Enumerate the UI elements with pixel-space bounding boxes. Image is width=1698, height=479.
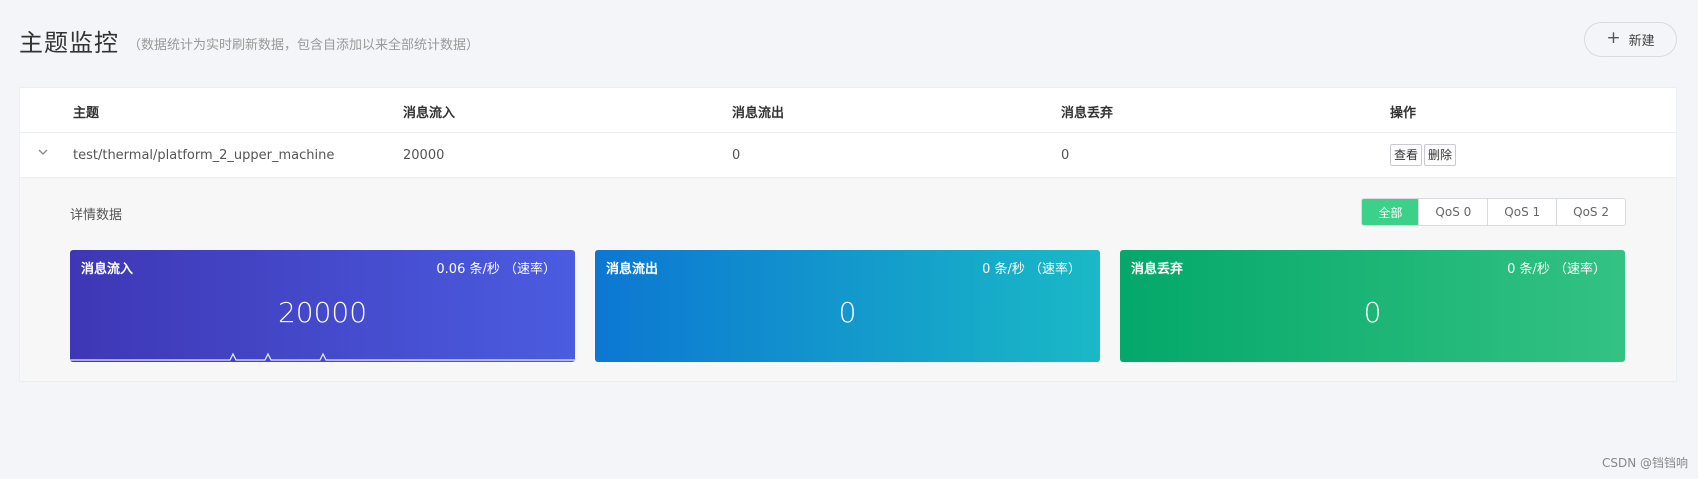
card-label: 消息丢弃 bbox=[1131, 262, 1184, 277]
delete-button[interactable]: 删除 bbox=[1424, 144, 1457, 166]
tab-qos-2[interactable]: QoS 2 bbox=[1556, 199, 1625, 225]
page-subtitle: （数据统计为实时刷新数据，包含自添加以来全部统计数据） bbox=[128, 38, 480, 53]
column-header-msg-out: 消息流出 bbox=[732, 106, 785, 121]
column-header-msg-drop: 消息丢弃 bbox=[1061, 106, 1114, 121]
tab-qos-0[interactable]: QoS 0 bbox=[1418, 199, 1487, 225]
msg-out-value: 0 bbox=[732, 148, 741, 163]
card-rate: 0.06 条/秒 （速率） bbox=[436, 262, 556, 277]
watermark: CSDN @铛铛响 bbox=[1601, 456, 1688, 470]
qos-filter-group: 全部 QoS 0 QoS 1 QoS 2 bbox=[1361, 198, 1626, 226]
view-button[interactable]: 查看 bbox=[1390, 144, 1423, 166]
column-header-actions: 操作 bbox=[1390, 106, 1417, 121]
chevron-down-icon[interactable] bbox=[36, 145, 50, 159]
tab-qos-all[interactable]: 全部 bbox=[1362, 199, 1419, 225]
column-header-msg-in: 消息流入 bbox=[403, 106, 456, 121]
new-topic-button[interactable]: + 新建 bbox=[1584, 22, 1677, 57]
page-title: 主题监控 bbox=[19, 29, 119, 57]
card-rate: 0 条/秒 （速率） bbox=[1507, 262, 1606, 277]
card-label: 消息流出 bbox=[606, 262, 659, 277]
msg-drop-card: 消息丢弃 0 条/秒 （速率） 0 bbox=[1120, 250, 1625, 362]
msg-out-card: 消息流出 0 条/秒 （速率） 0 bbox=[595, 250, 1100, 362]
card-value: 20000 bbox=[277, 296, 368, 329]
table-header: 主题 消息流入 消息流出 消息丢弃 操作 bbox=[20, 88, 1676, 133]
msg-drop-value: 0 bbox=[1061, 148, 1070, 163]
topic-name: test/thermal/platform_2_upper_machine bbox=[73, 148, 335, 163]
tab-qos-1[interactable]: QoS 1 bbox=[1487, 199, 1556, 225]
card-label: 消息流入 bbox=[81, 262, 134, 277]
card-value: 0 bbox=[838, 296, 857, 329]
table-row: test/thermal/platform_2_upper_machine 20… bbox=[20, 133, 1676, 178]
page-header: 主题监控 （数据统计为实时刷新数据，包含自添加以来全部统计数据） + 新建 bbox=[19, 20, 1677, 60]
card-rate: 0 条/秒 （速率） bbox=[982, 262, 1081, 277]
card-value: 0 bbox=[1363, 296, 1382, 329]
new-button-label: 新建 bbox=[1628, 34, 1655, 49]
topic-table: 主题 消息流入 消息流出 消息丢弃 操作 test/thermal/platfo… bbox=[19, 87, 1677, 382]
row-detail-panel: 详情数据 全部 QoS 0 QoS 1 QoS 2 消息流入 0.06 条/秒 … bbox=[20, 178, 1676, 381]
detail-title: 详情数据 bbox=[70, 208, 123, 223]
msg-in-card: 消息流入 0.06 条/秒 （速率） 20000 bbox=[70, 250, 575, 362]
column-header-topic: 主题 bbox=[73, 106, 100, 121]
msg-in-value: 20000 bbox=[403, 148, 445, 163]
sparkline bbox=[70, 352, 575, 361]
plus-icon: + bbox=[1606, 28, 1621, 48]
